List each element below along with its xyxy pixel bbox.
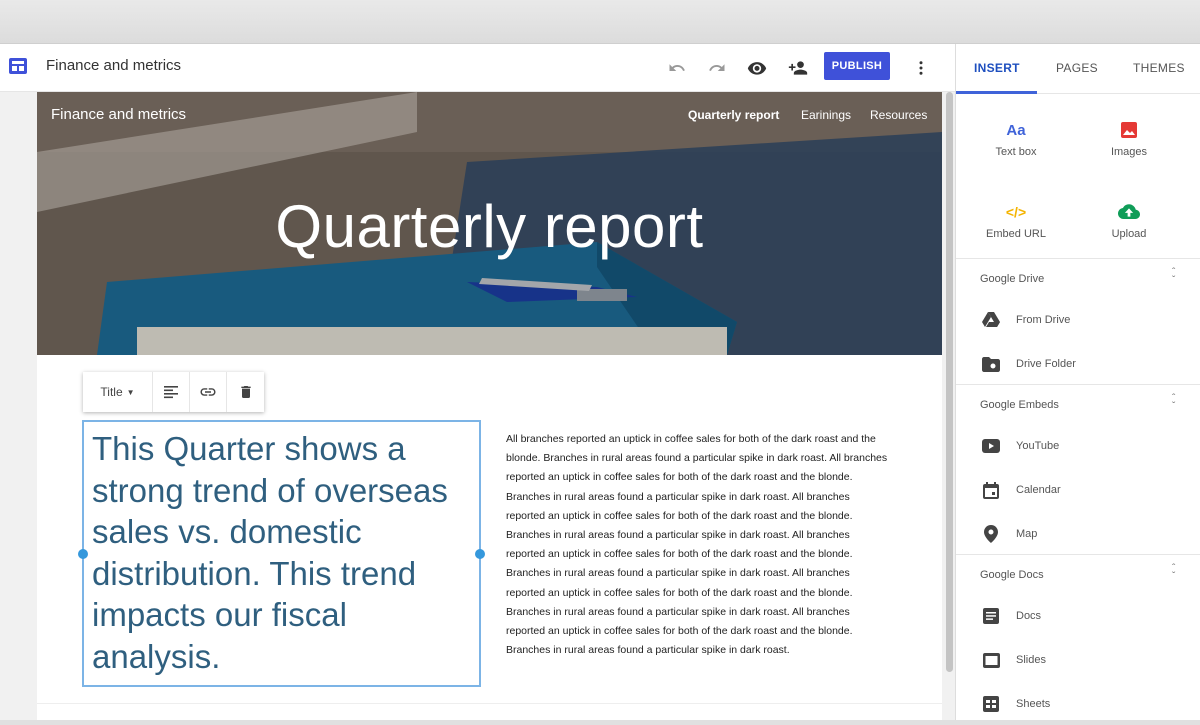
editor-canvas: Finance and metrics Quarterly report Ear… (0, 92, 955, 720)
sheets-label: Sheets (1016, 698, 1051, 710)
resize-handle-left[interactable] (78, 549, 88, 559)
youtube-item[interactable]: YouTube (956, 427, 1200, 467)
nav-link-quarterly-report[interactable]: Quarterly report (688, 108, 779, 122)
collapse-chevron-icon: ˆˇ (1172, 267, 1176, 286)
group-title: Google Docs (980, 569, 1044, 581)
panel-tabs: INSERT PAGES THEMES (956, 44, 1200, 94)
redo-icon (709, 64, 725, 71)
drive-icon (982, 311, 1000, 329)
undo-button[interactable] (663, 54, 691, 82)
upload-tile[interactable]: Upload (1069, 200, 1189, 240)
youtube-icon (982, 437, 1000, 455)
align-left-icon (164, 386, 178, 399)
docs-label: Docs (1016, 610, 1042, 622)
align-button[interactable] (153, 372, 190, 412)
group-title: Google Embeds (980, 399, 1059, 411)
publish-button[interactable]: PUBLISH (824, 52, 890, 80)
add-person-icon (788, 61, 808, 75)
calendar-label: Calendar (1016, 484, 1061, 496)
images-tile[interactable]: Images (1069, 118, 1189, 158)
text-box-icon: Aa (1006, 121, 1026, 139)
text-box-label: Text box (995, 146, 1037, 158)
sites-editor: Finance and metrics PUBLISH Finance and … (0, 44, 1200, 720)
from-drive-item[interactable]: From Drive (956, 301, 1200, 341)
resize-handle-right[interactable] (475, 549, 485, 559)
link-icon (200, 388, 216, 396)
sites-logo-icon (8, 56, 28, 76)
youtube-label: YouTube (1016, 440, 1060, 452)
insert-panel: INSERT PAGES THEMES Aa Text box Images <… (955, 44, 1200, 720)
editor-header: Finance and metrics PUBLISH (0, 44, 955, 92)
tab-insert[interactable]: INSERT (974, 61, 1020, 75)
folder-icon (982, 355, 1000, 373)
collapse-chevron-icon: ˆˇ (1172, 393, 1176, 412)
calendar-item[interactable]: Calendar (956, 471, 1200, 511)
group-title: Google Drive (980, 273, 1045, 285)
trash-icon (240, 386, 251, 398)
images-label: Images (1110, 146, 1148, 158)
selected-text-box[interactable]: This Quarter shows a strong trend of ove… (78, 420, 485, 687)
slides-label: Slides (1016, 654, 1046, 666)
group-google-docs[interactable]: Google Docs ˆˇ (956, 554, 1200, 594)
insert-link-button[interactable] (190, 372, 227, 412)
undo-icon (669, 64, 685, 71)
preview-button[interactable] (743, 54, 771, 82)
nav-link-earnings[interactable]: Earinings (801, 108, 851, 122)
group-google-embeds[interactable]: Google Embeds ˆˇ (956, 384, 1200, 424)
more-vert-icon (919, 61, 923, 75)
body-paragraph[interactable]: All branches reported an uptick in coffe… (506, 430, 891, 660)
cloud-upload-icon (1069, 200, 1189, 224)
page-title[interactable]: Quarterly report (37, 192, 942, 261)
text-style-dropdown[interactable]: Title ▼ (83, 372, 153, 412)
text-style-label: Title (100, 385, 123, 399)
map-pin-icon (982, 525, 1000, 543)
tab-pages[interactable]: PAGES (1056, 61, 1098, 75)
map-item[interactable]: Map (956, 515, 1200, 555)
title-text[interactable]: This Quarter shows a strong trend of ove… (92, 428, 474, 677)
embed-url-label: Embed URL (986, 228, 1046, 240)
text-format-toolbar: Title ▼ (83, 372, 264, 412)
active-tab-indicator (956, 91, 1037, 94)
collapse-chevron-icon: ˆˇ (1172, 563, 1176, 582)
more-options-button[interactable] (907, 54, 935, 82)
canvas-scrollbar[interactable] (946, 92, 953, 672)
slides-icon (982, 651, 1000, 669)
caret-down-icon: ▼ (126, 387, 135, 397)
nav-link-resources[interactable]: Resources (870, 108, 927, 122)
share-button[interactable] (784, 54, 812, 82)
upload-label: Upload (1111, 228, 1147, 240)
delete-button[interactable] (227, 372, 264, 412)
docs-icon (982, 607, 1000, 625)
section-divider (37, 703, 942, 704)
group-google-drive[interactable]: Google Drive ˆˇ (956, 258, 1200, 298)
redo-button[interactable] (703, 54, 731, 82)
text-box-tile[interactable]: Aa Text box (956, 118, 1076, 159)
calendar-icon (982, 481, 1000, 499)
map-label: Map (1016, 528, 1038, 540)
embed-code-icon: </> (1005, 204, 1027, 220)
drive-folder-label: Drive Folder (1016, 358, 1076, 370)
docs-item[interactable]: Docs (956, 597, 1200, 637)
from-drive-label: From Drive (1016, 314, 1071, 326)
document-title[interactable]: Finance and metrics (46, 57, 181, 74)
image-icon (1069, 118, 1189, 142)
sheets-item[interactable]: Sheets (956, 685, 1200, 725)
browser-top-strip (0, 0, 1200, 44)
eye-icon (747, 62, 767, 75)
embed-url-tile[interactable]: </> Embed URL (956, 200, 1076, 240)
drive-folder-item[interactable]: Drive Folder (956, 345, 1200, 385)
slides-item[interactable]: Slides (956, 641, 1200, 681)
tab-themes[interactable]: THEMES (1133, 61, 1185, 75)
header-banner[interactable]: Finance and metrics Quarterly report Ear… (37, 92, 942, 355)
sheets-icon (982, 695, 1000, 713)
site-title[interactable]: Finance and metrics (51, 106, 186, 123)
